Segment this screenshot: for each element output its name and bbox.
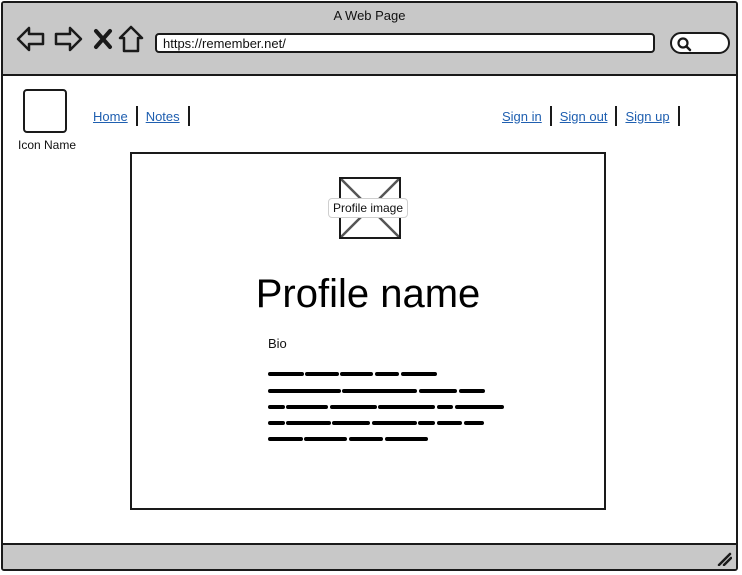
- back-button[interactable]: [15, 23, 47, 55]
- browser-toolbar: A Web Page: [3, 3, 736, 76]
- status-bar: [3, 543, 736, 569]
- nav-divider: [187, 106, 190, 126]
- close-icon: [94, 29, 112, 49]
- home-icon: [118, 25, 144, 53]
- account-nav: Sign in Sign out Sign up: [498, 104, 684, 128]
- browser-window: A Web Page https://remember.net/ Icon Na…: [1, 1, 738, 571]
- nav-divider: [549, 106, 552, 126]
- profile-card: Profile image Profile name Bio: [130, 152, 606, 510]
- site-logo-icon[interactable]: [23, 89, 67, 133]
- profile-image-label: Profile image: [328, 198, 409, 218]
- forward-arrow-icon: [54, 26, 83, 52]
- sign-out-link[interactable]: Sign out: [556, 109, 616, 124]
- nav-link-notes[interactable]: Notes: [142, 109, 188, 124]
- back-arrow-icon: [16, 26, 45, 52]
- nav-divider: [135, 106, 138, 126]
- window-title: A Web Page: [333, 8, 406, 23]
- profile-name: Profile name: [255, 272, 481, 316]
- forward-button[interactable]: [52, 23, 84, 55]
- resize-grip-icon[interactable]: [716, 552, 732, 566]
- logo-caption: Icon Name: [17, 138, 77, 152]
- nav-link-home[interactable]: Home: [89, 109, 136, 124]
- nav-divider: [677, 106, 680, 126]
- bio-label: Bio: [268, 336, 287, 351]
- sign-up-link[interactable]: Sign up: [621, 109, 677, 124]
- nav-divider: [615, 106, 618, 126]
- url-input[interactable]: [155, 33, 655, 53]
- main-nav: Home Notes: [89, 104, 194, 128]
- home-button[interactable]: [115, 23, 147, 55]
- sign-in-link[interactable]: Sign in: [498, 109, 550, 124]
- search-icon: [677, 37, 692, 52]
- search-field[interactable]: [670, 32, 730, 54]
- bio-placeholder-text: [268, 372, 504, 441]
